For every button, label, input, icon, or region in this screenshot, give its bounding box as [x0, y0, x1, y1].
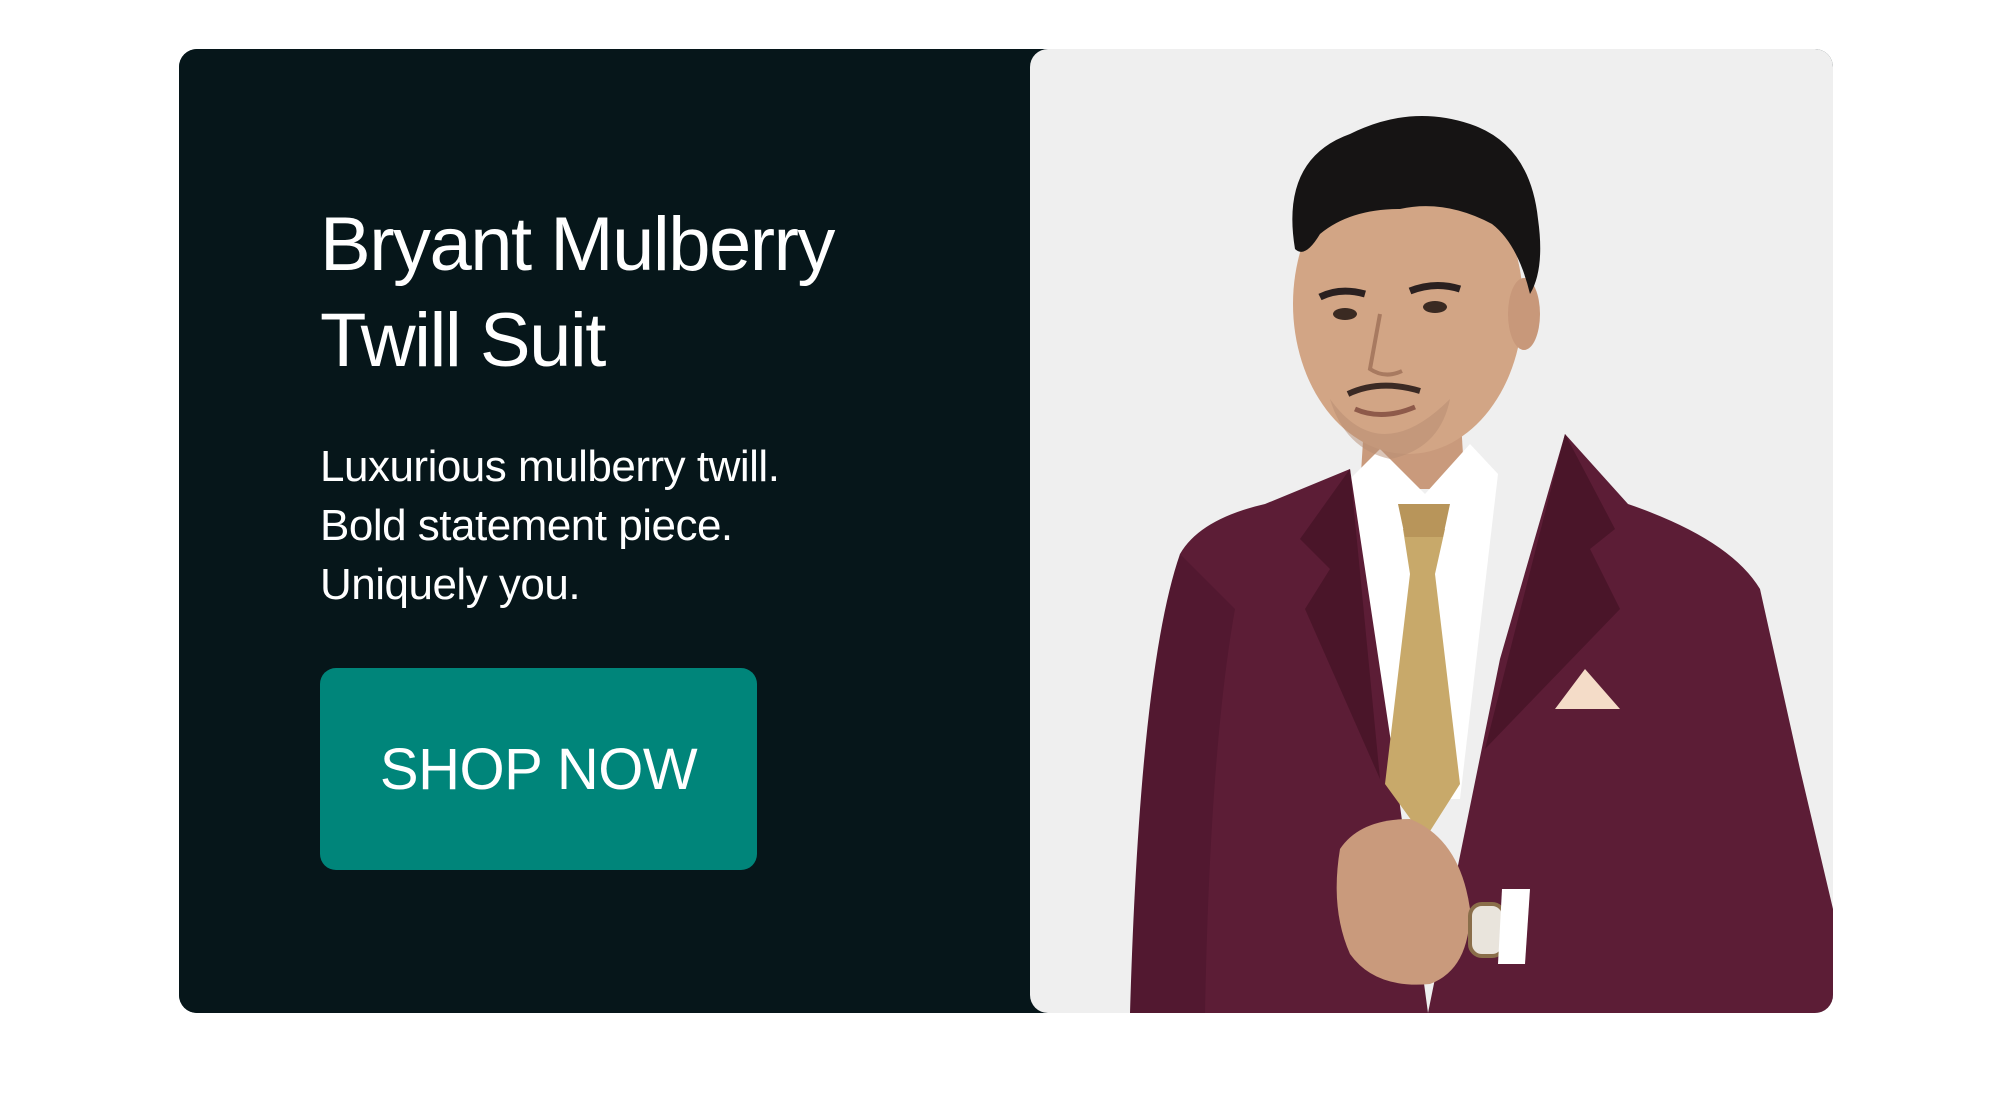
promo-banner: Bryant Mulberry Twill Suit Luxurious mul…	[179, 49, 1833, 1013]
product-description-line-3: Uniquely you.	[320, 560, 581, 609]
product-image	[1030, 49, 1833, 1013]
shop-now-button[interactable]: SHOP NOW	[320, 668, 757, 870]
promo-text-panel: Bryant Mulberry Twill Suit Luxurious mul…	[179, 49, 1030, 1013]
product-description-line-1: Luxurious mulberry twill.	[320, 442, 780, 491]
product-title: Bryant Mulberry Twill Suit	[320, 197, 960, 389]
product-description-line-2: Bold statement piece.	[320, 501, 733, 550]
product-title-line-2: Twill Suit	[320, 298, 606, 383]
product-title-line-1: Bryant Mulberry	[320, 202, 835, 287]
model-illustration	[1130, 116, 1833, 1013]
product-description: Luxurious mulberry twill. Bold statement…	[320, 437, 960, 614]
